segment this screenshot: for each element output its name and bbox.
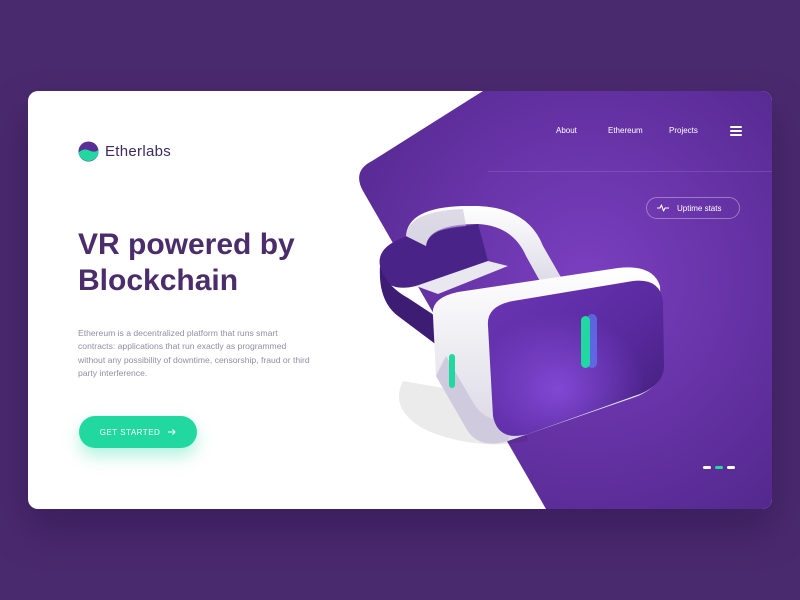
get-started-label: GET STARTED [99,427,161,437]
nav-item-about[interactable]: About [556,126,577,135]
nav-item-ethereum[interactable]: Ethereum [608,126,643,135]
etherlabs-logo-icon [78,141,99,162]
brand-logo[interactable]: Etherlabs [78,141,171,162]
slider-dot-2[interactable] [715,466,723,469]
get-started-button[interactable]: GET STARTED [79,416,197,448]
slider-pagination [703,466,739,469]
hero-headline: VR powered by Blockchain [78,228,295,297]
brand-name: Etherlabs [105,143,172,160]
landing-card: Etherlabs About Ethereum Projects Uptime… [28,91,772,509]
arrow-right-icon [168,429,177,435]
slider-dot-3[interactable] [727,466,735,469]
slider-dot-1[interactable] [703,466,711,469]
hamburger-menu-icon[interactable] [730,126,742,136]
hero-description: Ethereum is a decentralized platform tha… [78,328,310,379]
nav-item-projects[interactable]: Projects [669,126,698,135]
nav-divider [488,171,772,172]
vr-headset-illustration [379,206,664,445]
